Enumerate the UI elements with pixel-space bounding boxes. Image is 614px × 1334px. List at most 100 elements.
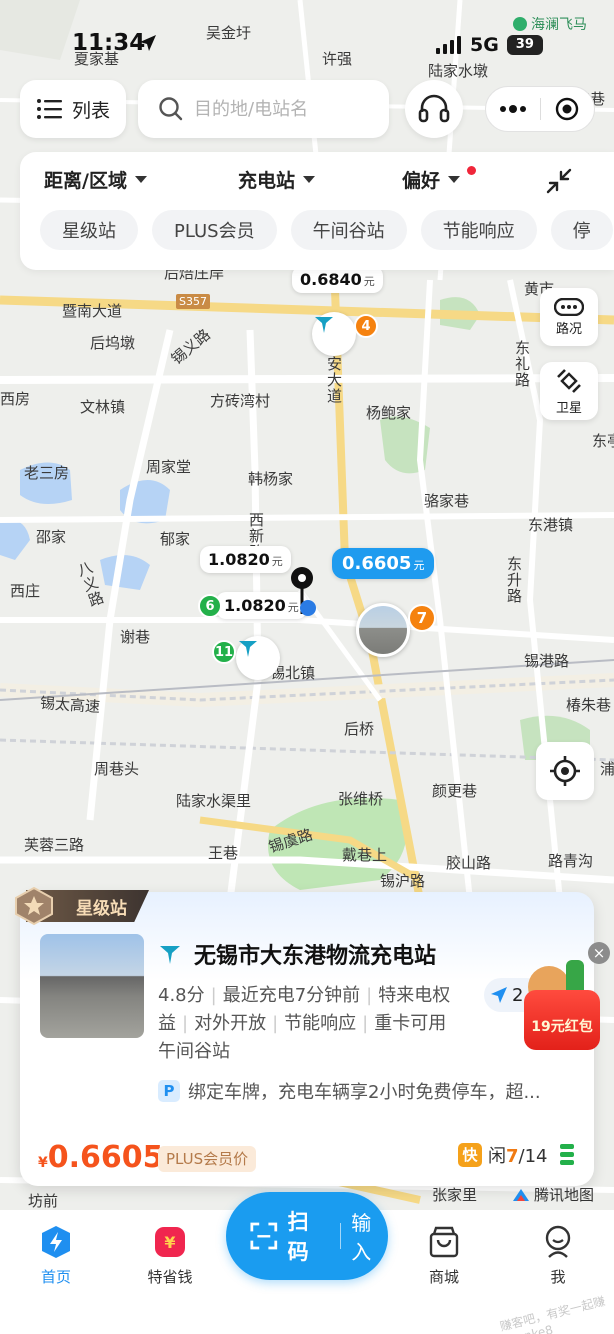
- filter-chip-row: 星级站 PLUS会员 午间谷站 节能响应 停: [40, 210, 613, 250]
- station-price-tag[interactable]: 0.6840 元: [292, 266, 383, 293]
- filter-label: 距离/区域: [44, 170, 127, 192]
- nav-mall[interactable]: 商城: [404, 1224, 484, 1287]
- satellite-icon: [557, 368, 581, 393]
- parking-promo: P 绑定车牌，充电车辆享2小时免费停车，超...: [158, 1078, 578, 1104]
- station-pin[interactable]: [236, 636, 280, 680]
- place-label: 暨南大道: [62, 302, 123, 320]
- selected-station-photo-pin[interactable]: [356, 603, 410, 657]
- status-time: 11:34: [72, 30, 146, 56]
- traffic-label: 路况: [555, 321, 582, 337]
- list-button[interactable]: 列表: [20, 80, 126, 138]
- locate-me-button[interactable]: [536, 742, 594, 800]
- station-tag: 最近充电7分钟前: [222, 985, 361, 1006]
- price-unit: 元: [363, 275, 375, 288]
- nav-save-money[interactable]: ¥ 特省钱: [130, 1224, 210, 1287]
- mini-program-name: 海澜飞马: [531, 17, 587, 33]
- search-input[interactable]: [194, 98, 384, 120]
- scan-divider: [340, 1223, 342, 1249]
- chip-parking[interactable]: 停: [550, 210, 613, 250]
- traffic-button[interactable]: 路况: [540, 288, 598, 346]
- mini-program-indicator: 海澜飞马: [513, 14, 587, 34]
- nav-me[interactable]: 我: [518, 1224, 598, 1287]
- place-label: 东港镇: [528, 516, 574, 534]
- collapse-icon[interactable]: [546, 168, 572, 194]
- station-price-tag[interactable]: 1.0820 元: [200, 546, 291, 573]
- nav-mall-label: 商城: [428, 1268, 459, 1286]
- list-button-label: 列表: [71, 99, 110, 122]
- place-label: 杨鲍家: [366, 404, 412, 422]
- place-label: 东礼路: [513, 340, 531, 388]
- battery-icon: 39: [506, 35, 543, 55]
- place-label: 许强: [322, 50, 353, 68]
- status-indicators: 5G 39: [436, 34, 543, 56]
- promo-close-button[interactable]: ×: [588, 942, 610, 964]
- filter-dropdown-row: 距离/区域 充电站 偏好: [20, 166, 614, 196]
- chip-plus-member[interactable]: PLUS会员: [152, 210, 277, 250]
- filter-label: 充电站: [238, 170, 296, 192]
- place-label: 张家里: [432, 1186, 478, 1204]
- location-pin-icon: [291, 567, 316, 616]
- place-label: 胶山路: [446, 854, 492, 872]
- network-type: 5G: [470, 34, 499, 56]
- mini-program-capsule: [485, 86, 595, 132]
- price-value: 0.6840: [300, 270, 362, 289]
- place-label: 戴巷上: [342, 846, 388, 864]
- filter-station-type[interactable]: 充电站: [238, 166, 316, 193]
- nav-home[interactable]: 首页: [16, 1224, 96, 1287]
- price-value: 1.0820: [208, 550, 270, 569]
- plus-member-price-tag: PLUS会员价: [158, 1146, 257, 1172]
- total-count: /14: [518, 1146, 548, 1167]
- close-mini-program-button[interactable]: [541, 87, 595, 131]
- parking-icon: P: [158, 1080, 180, 1102]
- medal-icon: [15, 886, 53, 926]
- red-envelope-promo[interactable]: 19元红包: [520, 960, 604, 1052]
- customer-service-button[interactable]: [405, 80, 463, 138]
- home-bolt-icon: [42, 1226, 70, 1258]
- station-tag: 重卡可用: [374, 1013, 447, 1034]
- station-tag: 对外开放: [194, 1013, 267, 1034]
- place-label: 路青沟: [548, 852, 594, 870]
- place-label: 锡港路: [524, 652, 570, 670]
- place-label: 东亭: [592, 432, 614, 450]
- more-button[interactable]: [486, 87, 540, 131]
- road-badge-s357: S357: [176, 294, 210, 309]
- navigation-arrow-icon: [491, 987, 507, 1003]
- filter-preference[interactable]: 偏好: [402, 166, 461, 193]
- chip-star-station[interactable]: 星级站: [40, 210, 138, 250]
- search-icon: [159, 97, 183, 121]
- station-tag: 午间谷站: [158, 1041, 230, 1062]
- search-bar[interactable]: [138, 80, 389, 138]
- profile-icon: [545, 1225, 571, 1258]
- input-code-button[interactable]: 输入: [351, 1207, 388, 1265]
- station-tag: 节能响应: [284, 1013, 357, 1034]
- place-label: 吴金圩: [206, 24, 252, 42]
- caret-down-icon: [134, 176, 147, 183]
- scan-button[interactable]: 扫码 输入: [226, 1192, 388, 1280]
- station-photo[interactable]: [40, 934, 144, 1038]
- place-label: 周家堂: [146, 458, 192, 476]
- star-station-badge: 星级站: [14, 886, 149, 926]
- station-pin[interactable]: [312, 312, 356, 356]
- idle-label: 闲: [488, 1146, 506, 1167]
- chip-midday-valley[interactable]: 午间谷站: [290, 210, 407, 250]
- nav-save-money-label: 特省钱: [147, 1268, 193, 1286]
- crosshair-icon: [550, 756, 580, 786]
- station-title: 无锡市大东港物流充电站: [158, 938, 436, 970]
- chip-energy-response[interactable]: 节能响应: [420, 210, 537, 250]
- place-label: 谢巷: [120, 628, 151, 646]
- place-label: 张维桥: [338, 790, 384, 808]
- teld-logo-icon: [315, 317, 333, 333]
- selected-station-price-tag[interactable]: 0.6605 元: [332, 548, 435, 579]
- map-attribution-text: 腾讯地图: [534, 1186, 595, 1204]
- filter-distance-area[interactable]: 距离/区域: [44, 166, 147, 193]
- price-value: 0.6605: [342, 553, 412, 574]
- place-label: 陆家水渠里: [176, 792, 252, 810]
- place-label: 老三房: [24, 464, 70, 482]
- price-value: 0.6605: [47, 1140, 164, 1175]
- list-icon: [36, 99, 62, 119]
- availability-bars-icon: [560, 1144, 574, 1168]
- satellite-button[interactable]: 卫星: [540, 362, 598, 420]
- idle-count: 7: [506, 1146, 519, 1167]
- filter-label: 偏好: [402, 170, 441, 192]
- currency-symbol: ¥: [38, 1155, 48, 1171]
